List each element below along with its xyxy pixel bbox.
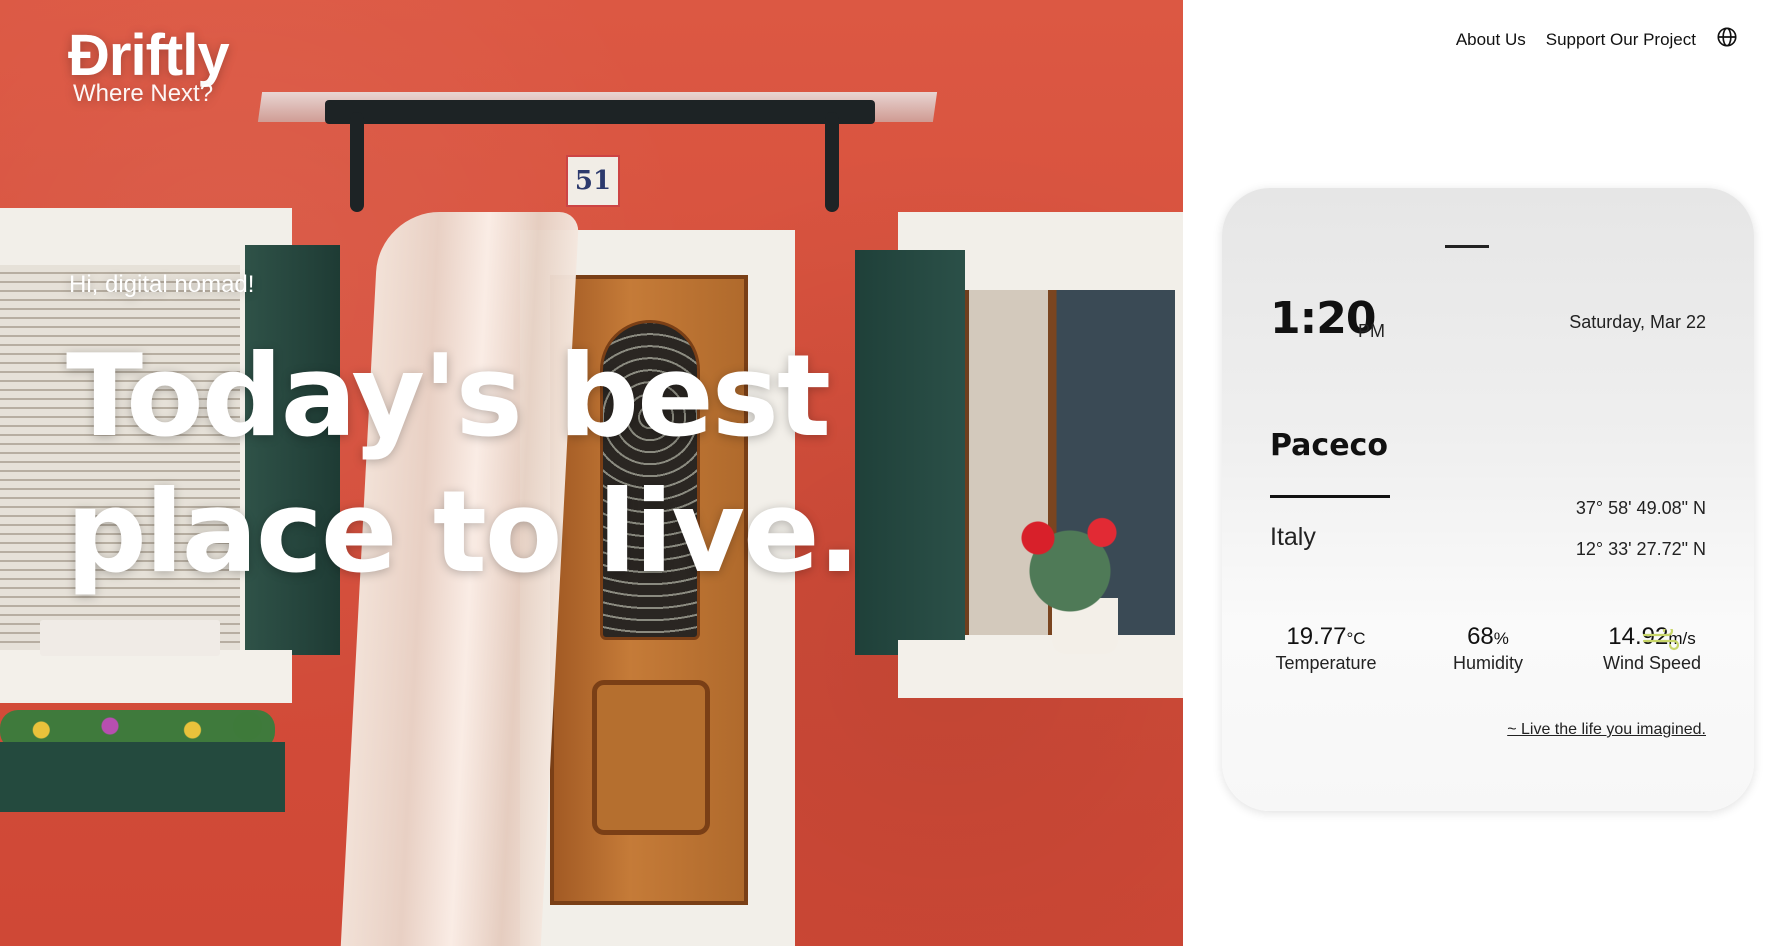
- iron-bracket-right: [825, 112, 839, 212]
- location-card: 1:20 PM Saturday, Mar 22 Paceco Italy 37…: [1222, 188, 1754, 811]
- iron-bracket-left: [350, 112, 364, 212]
- house-number-plate: 51: [566, 155, 620, 207]
- time-period: PM: [1358, 321, 1385, 341]
- headline-line-1: Today's best: [66, 330, 831, 462]
- wind-label: Wind Speed: [1602, 653, 1702, 673]
- globe-icon: [1717, 27, 1737, 47]
- card-drag-handle[interactable]: [1445, 245, 1489, 248]
- top-navigation: About Us Support Our Project: [1456, 26, 1738, 53]
- wind-metric: 14.92m/s Wind Speed: [1597, 623, 1707, 674]
- wind-value-wrap: 14.92m/s: [1608, 623, 1696, 651]
- hero-headline: Today's best place to live.: [66, 328, 1166, 600]
- nav-support-project[interactable]: Support Our Project: [1546, 30, 1696, 50]
- humidity-value-wrap: 68%: [1467, 617, 1514, 651]
- temperature-value-wrap: 19.77°C: [1286, 621, 1366, 651]
- left-flower-pots: [40, 620, 220, 656]
- humidity-unit: %: [1493, 629, 1509, 648]
- temperature-unit: °C: [1346, 629, 1366, 648]
- country-name: Italy: [1270, 523, 1316, 551]
- brand-logo[interactable]: Đriftly: [68, 22, 230, 89]
- flower-box-planter: [0, 742, 285, 812]
- latitude: 37° 58' 49.08" N: [1575, 498, 1706, 518]
- temperature-label: Temperature: [1275, 653, 1377, 673]
- city-name: Paceco: [1270, 428, 1388, 463]
- humidity-value: 68: [1467, 623, 1494, 650]
- city-divider: [1270, 495, 1390, 498]
- right-window-sill: [898, 640, 1183, 698]
- temperature-metric: 19.77°C Temperature: [1270, 621, 1382, 674]
- longitude: 12° 33' 27.72" N: [1575, 539, 1706, 559]
- wind-icon: [1643, 629, 1680, 651]
- language-button[interactable]: [1716, 26, 1738, 53]
- iron-bracket: [325, 100, 875, 124]
- temperature-value: 19.77: [1286, 623, 1347, 650]
- nav-about-us[interactable]: About Us: [1456, 30, 1526, 50]
- brand-tagline: Where Next?: [73, 80, 214, 107]
- humidity-metric: 68% Humidity: [1447, 617, 1529, 674]
- headline-line-2: place to live.: [66, 466, 861, 598]
- door-panel: [592, 680, 710, 835]
- left-window-sill: [0, 650, 292, 700]
- humidity-label: Humidity: [1452, 653, 1523, 673]
- card-tagline-link[interactable]: ~ Live the life you imagined.: [1507, 721, 1706, 739]
- local-date: Saturday, Mar 22: [1569, 312, 1706, 332]
- greeting-text: Hi, digital nomad!: [69, 271, 255, 298]
